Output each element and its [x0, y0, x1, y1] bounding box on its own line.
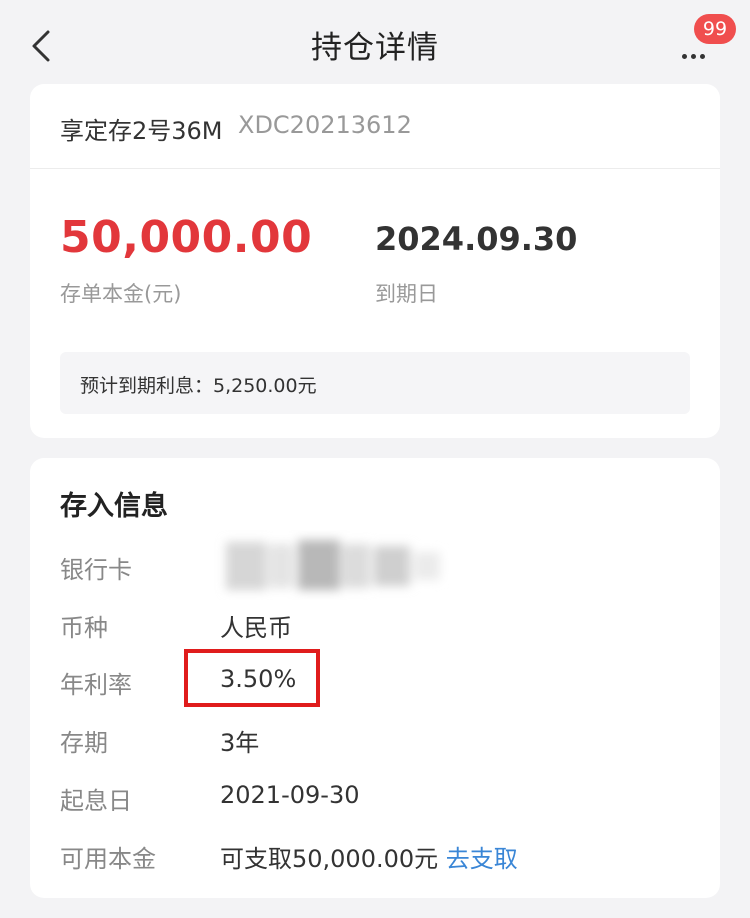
notification-badge: 99	[694, 14, 736, 44]
bank-card-label: 银行卡	[60, 556, 132, 584]
currency-value: 人民币	[220, 614, 292, 642]
product-code: XDC20213612	[238, 111, 412, 139]
principal-label: 存单本金(元)	[60, 282, 182, 306]
rate-highlight-box	[184, 649, 320, 707]
section-title: 存入信息	[60, 491, 168, 522]
masked-bank-card-number	[226, 540, 440, 590]
nav-bar: 持仓详情 99	[0, 0, 750, 90]
available-principal-label: 可用本金	[60, 845, 156, 873]
product-row: 享定存2号36M XDC20213612	[30, 84, 720, 169]
term-label: 存期	[60, 729, 108, 757]
currency-label: 币种	[60, 614, 108, 642]
expected-interest-box: 预计到期利息：5,250.00元	[60, 352, 690, 414]
withdraw-link[interactable]: 去支取	[446, 845, 518, 873]
start-date-label: 起息日	[60, 787, 132, 815]
annual-rate-label: 年利率	[60, 671, 132, 699]
more-dots-icon	[682, 44, 709, 63]
maturity-label: 到期日	[375, 282, 438, 306]
deposit-info-card: 存入信息 银行卡 币种 人民币 年利率 3.50% 存期 3年 起息日 2021…	[30, 458, 720, 898]
available-principal-row: 可支取50,000.00元 去支取	[220, 839, 518, 874]
principal-amount: 50,000.00	[60, 212, 313, 263]
product-name: 享定存2号36M	[60, 117, 223, 145]
available-principal-value: 可支取50,000.00元	[220, 845, 439, 873]
term-value: 3年	[220, 729, 260, 757]
maturity-date: 2024.09.30	[375, 220, 578, 258]
summary-card: 享定存2号36M XDC20213612 50,000.00 存单本金(元) 2…	[30, 84, 720, 438]
start-date-value: 2021-09-30	[220, 781, 360, 809]
expected-interest-text: 预计到期利息：5,250.00元	[80, 375, 317, 397]
page-title: 持仓详情	[311, 30, 439, 66]
